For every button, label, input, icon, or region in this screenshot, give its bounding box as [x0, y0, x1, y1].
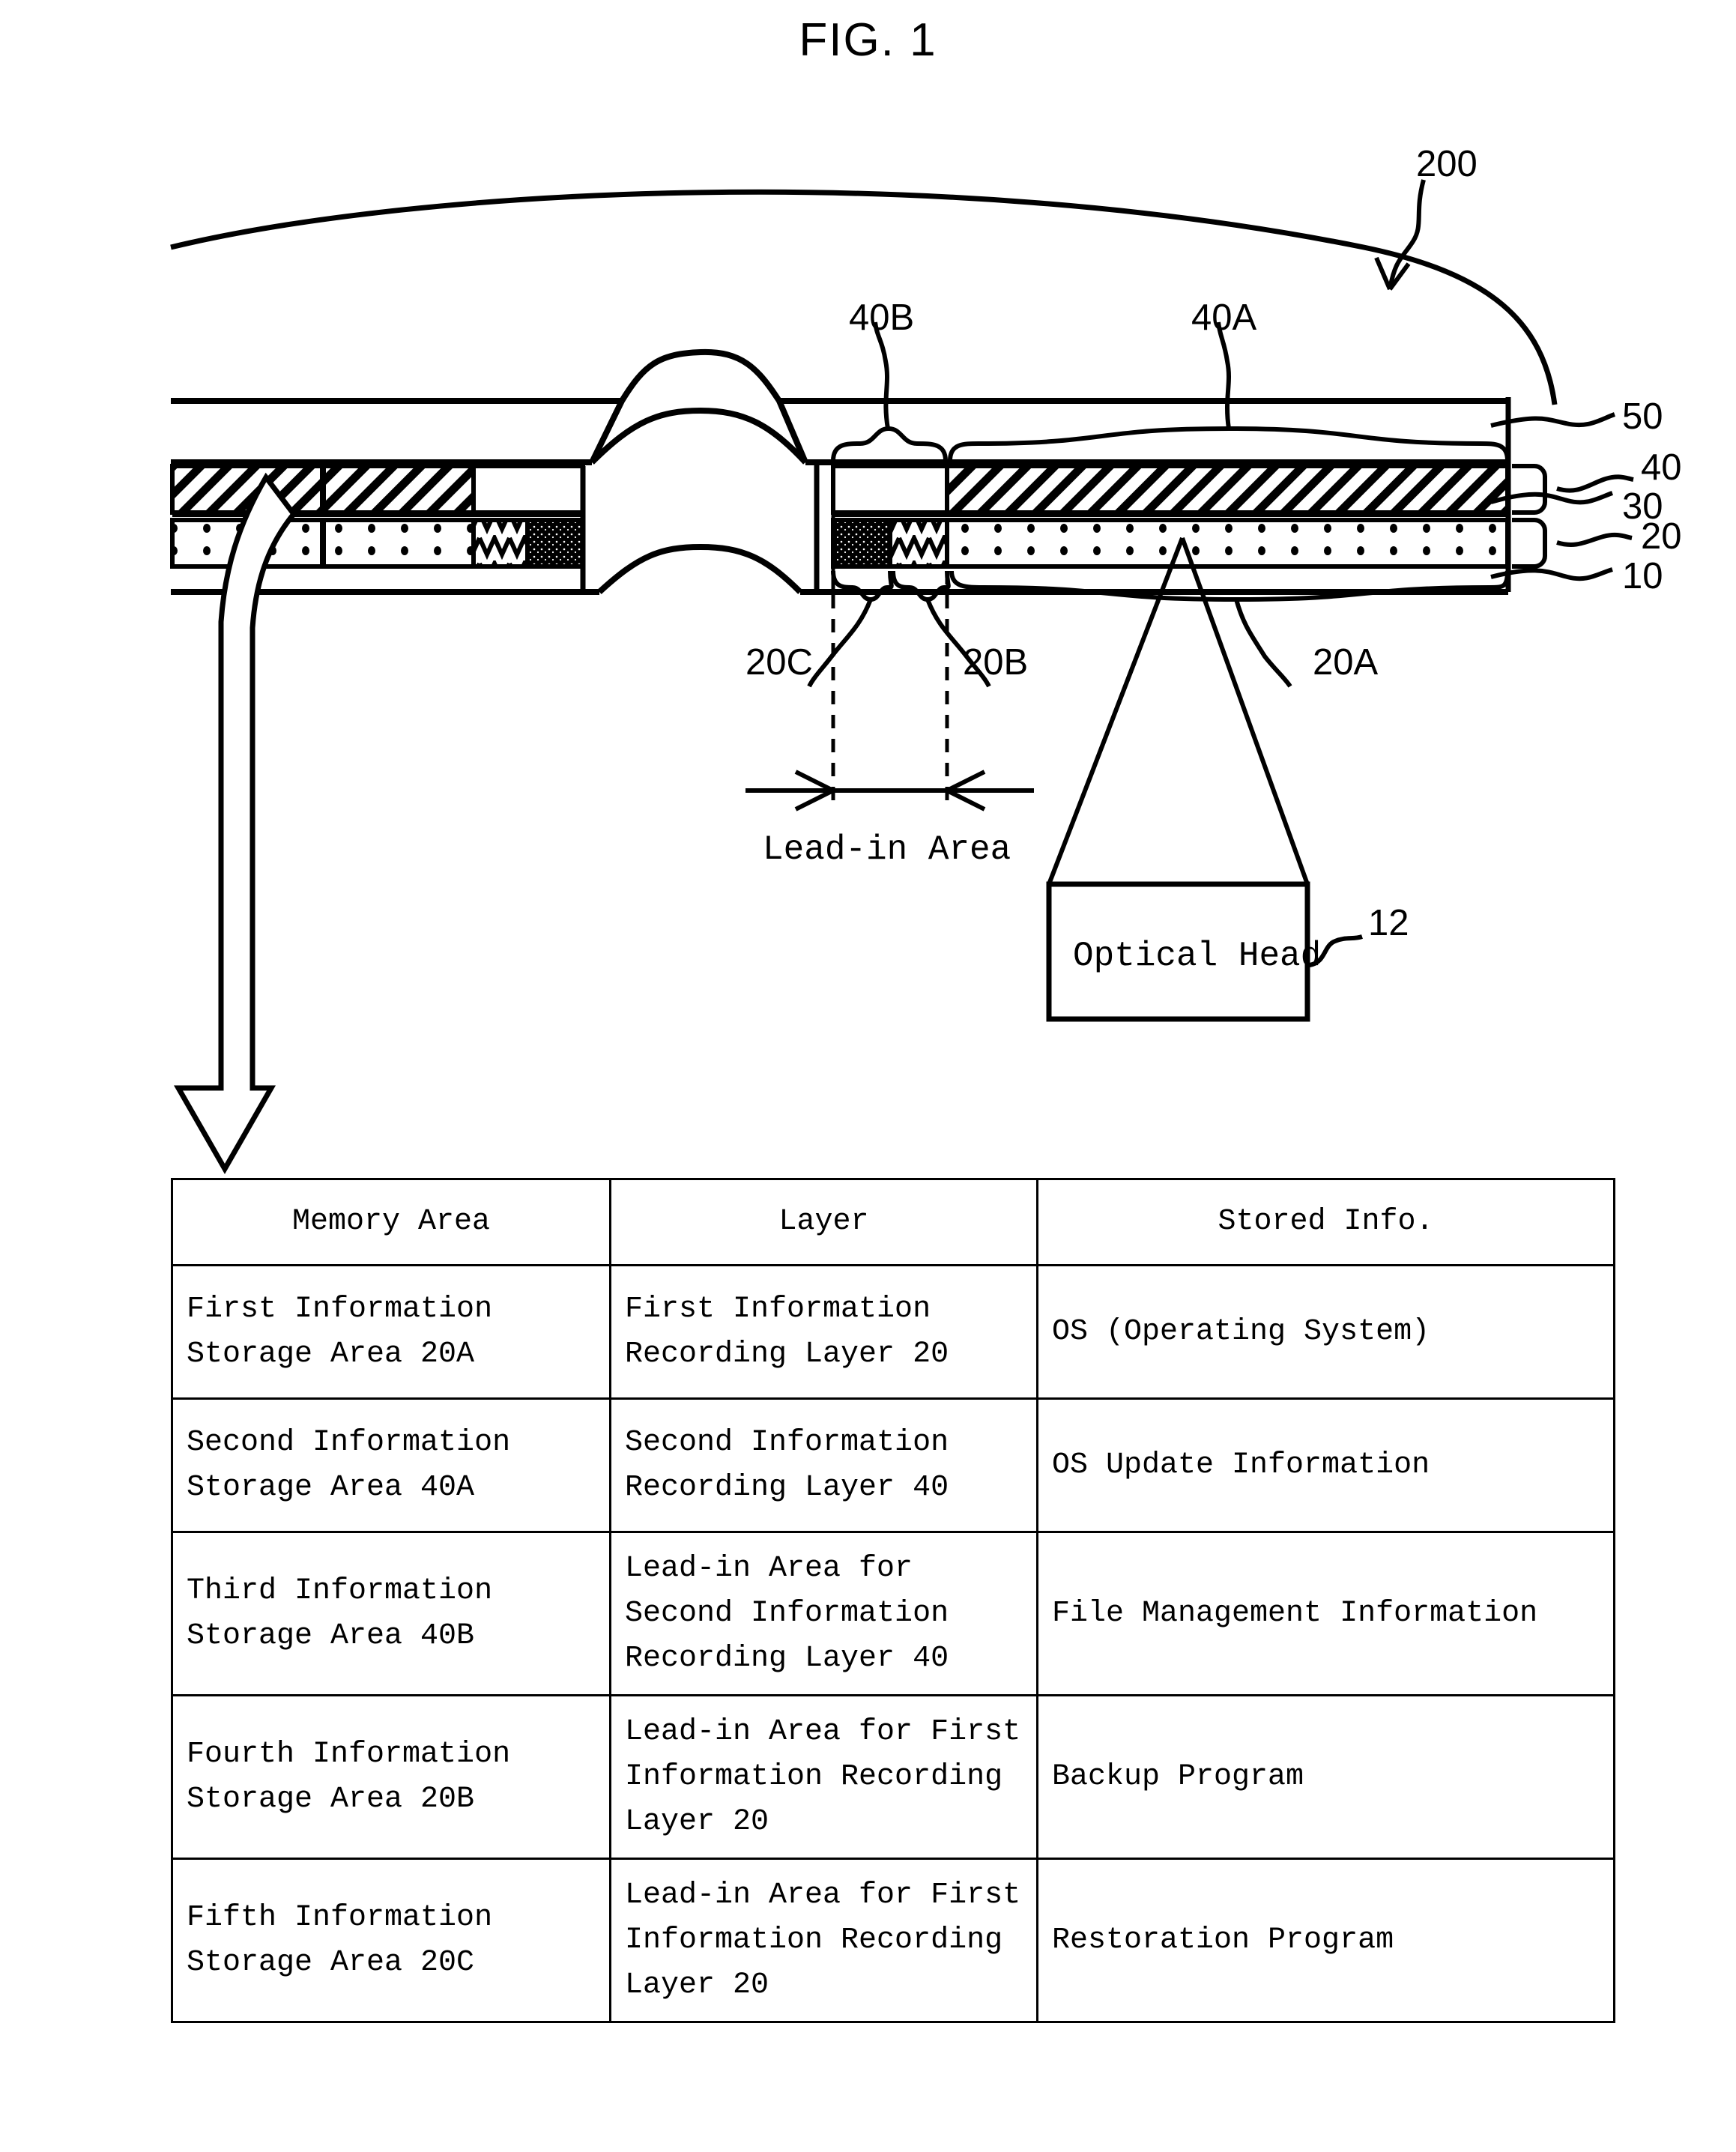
cell-layer: Second Information Recording Layer 40: [609, 1397, 1038, 1533]
cell-memory-area: Fifth Information Storage Area 20C: [171, 1858, 611, 2023]
memory-area-table-wrap: Memory Area Layer Stored Info. First Inf…: [171, 1178, 1615, 2023]
lead-in-area-label: Lead-in Area: [763, 830, 1011, 869]
region-20C: [833, 520, 890, 566]
optical-disc-cross-section-diagram: 50 40 30 20 10 200 40B 40A 20C 20B 20A L…: [170, 144, 1682, 1175]
cell-memory-area: First Information Storage Area 20A: [171, 1264, 611, 1400]
cell-layer: Lead-in Area for First Information Recor…: [609, 1694, 1038, 1860]
optical-head-label: Optical Head: [1073, 937, 1321, 976]
table-row: Third Information Storage Area 40B Lead-…: [171, 1531, 1615, 1696]
device-ref-200: 200: [1416, 144, 1478, 184]
patent-figure: FIG. 1 50 40 30 20 10 200 40B 40A 20C 20…: [0, 0, 1736, 2152]
cell-memory-area: Third Information Storage Area 40B: [171, 1531, 611, 1696]
table-header-row: Memory Area Layer Stored Info.: [171, 1178, 1615, 1266]
layer-40-recording: [170, 464, 1510, 515]
cell-layer: Lead-in Area for Second Information Reco…: [609, 1531, 1038, 1696]
cell-layer: First Information Recording Layer 20: [609, 1264, 1038, 1400]
table-row: First Information Storage Area 20A First…: [171, 1264, 1615, 1400]
region-label-20C: 20C: [745, 642, 813, 683]
layer20-region-braces: [807, 570, 1510, 688]
cell-stored-info: Restoration Program: [1036, 1858, 1615, 2023]
column-header-memory-area: Memory Area: [171, 1178, 611, 1266]
cell-memory-area: Fourth Information Storage Area 20B: [171, 1694, 611, 1860]
region-40A-recording: [947, 466, 1507, 513]
layer-reference-leaders: [1490, 412, 1634, 581]
region-label-20B: 20B: [963, 642, 1028, 683]
table-row: Fifth Information Storage Area 20C Lead-…: [171, 1858, 1615, 2023]
cell-stored-info: OS Update Information: [1036, 1397, 1615, 1533]
column-header-layer: Layer: [609, 1178, 1038, 1266]
region-40B-leadin: [831, 464, 949, 515]
callout-arrow-to-table: [173, 472, 297, 1175]
layer-ref-10: 10: [1622, 556, 1663, 596]
lead-in-dimension: [745, 770, 1034, 811]
region-label-40B: 40B: [849, 297, 914, 338]
cell-memory-area: Second Information Storage Area 40A: [171, 1397, 611, 1533]
break-bump-top: [619, 348, 782, 403]
region-20A: [947, 520, 1507, 566]
layer-ref-40: 40: [1641, 447, 1682, 488]
cell-stored-info: Backup Program: [1036, 1694, 1615, 1860]
break-bump-bottom: [597, 543, 802, 594]
table-row: Second Information Storage Area 40A Seco…: [171, 1397, 1615, 1533]
optical-head-ref-12: 12: [1368, 903, 1409, 943]
cell-layer: Lead-in Area for First Information Recor…: [609, 1858, 1038, 2023]
region-label-40A: 40A: [1191, 297, 1257, 338]
break-bump-lower: [590, 407, 808, 465]
layer40-region-braces: [831, 321, 1510, 462]
layer-40-leadin-left: [471, 464, 585, 515]
column-header-stored-info: Stored Info.: [1036, 1178, 1615, 1266]
layer-20-recording: [170, 518, 1510, 569]
memory-area-table: Memory Area Layer Stored Info. First Inf…: [171, 1178, 1615, 2023]
cell-stored-info: File Management Information: [1036, 1531, 1615, 1696]
cell-stored-info: OS (Operating System): [1036, 1264, 1615, 1400]
device-ref-arrow: [1374, 179, 1426, 291]
table-row: Fourth Information Storage Area 20B Lead…: [171, 1694, 1615, 1860]
region-20B: [890, 520, 947, 566]
layer-ref-20: 20: [1641, 516, 1682, 557]
region-label-20A: 20A: [1313, 642, 1379, 683]
layer-ref-50: 50: [1622, 396, 1663, 437]
